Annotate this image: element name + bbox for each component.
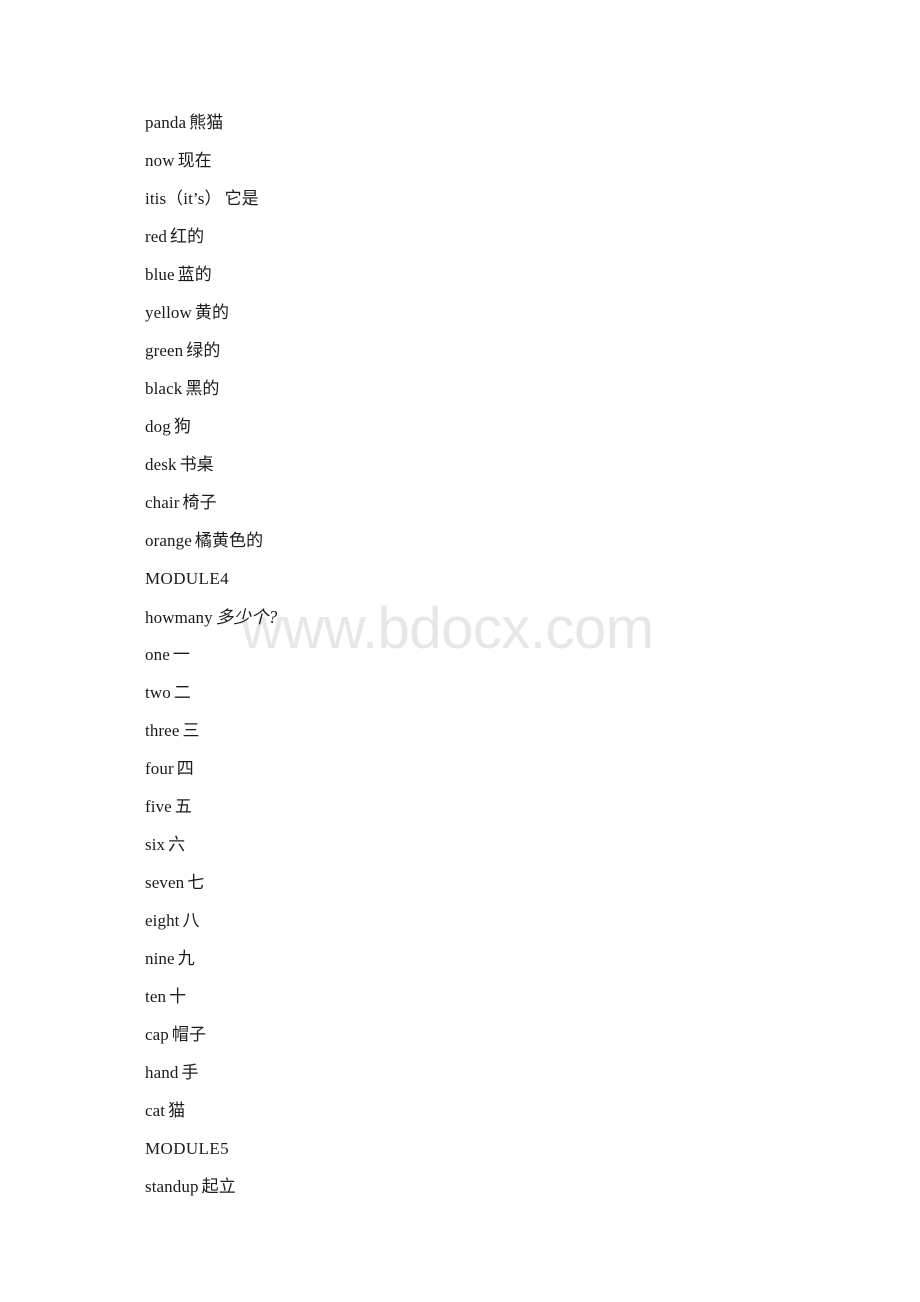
- vocabulary-entry: green 绿的: [145, 332, 845, 370]
- vocabulary-entry: desk 书桌: [145, 446, 845, 484]
- entry-chinese: 多少个?: [215, 607, 278, 627]
- entry-chinese: 八: [182, 911, 200, 930]
- entry-english: four: [145, 759, 174, 778]
- entry-chinese: 它是: [224, 189, 259, 208]
- module-heading: MODULE5: [145, 1130, 845, 1168]
- entry-chinese: 椅子: [182, 493, 217, 512]
- entry-english: seven: [145, 873, 185, 892]
- module-heading: MODULE4: [145, 560, 845, 598]
- entry-english: now: [145, 151, 175, 170]
- vocabulary-entry: cap 帽子: [145, 1016, 845, 1054]
- vocabulary-entry: blue 蓝的: [145, 256, 845, 294]
- vocabulary-entry: seven 七: [145, 864, 845, 902]
- entry-english: hand: [145, 1063, 179, 1082]
- vocabulary-entry: five 五: [145, 788, 845, 826]
- entry-english: standup: [145, 1177, 199, 1196]
- entry-chinese: 手: [181, 1063, 199, 1082]
- entry-english: blue: [145, 265, 175, 284]
- entry-english: dog: [145, 417, 171, 436]
- entry-chinese: 五: [174, 797, 192, 816]
- entry-english: panda: [145, 113, 187, 132]
- entry-english: yellow: [145, 303, 192, 322]
- vocabulary-entry: ten 十: [145, 978, 845, 1016]
- entry-english: chair: [145, 493, 180, 512]
- vocabulary-entry: three 三: [145, 712, 845, 750]
- entry-chinese: 黑的: [185, 379, 220, 398]
- vocabulary-entry: orange 橘黄色的: [145, 522, 845, 560]
- entry-english: green: [145, 341, 184, 360]
- entry-english: two: [145, 683, 171, 702]
- vocabulary-entry: chair 椅子: [145, 484, 845, 522]
- entry-chinese: 猫: [168, 1101, 186, 1120]
- vocabulary-entry: itis（it’s） 它是: [145, 180, 845, 218]
- entry-english: itis（it’s）: [145, 189, 222, 208]
- entry-english: orange: [145, 531, 192, 550]
- document-page: www.bdocx.com panda 熊猫 now 现在 itis（it’s） 它是 re…: [0, 0, 920, 1302]
- entry-chinese: 蓝的: [177, 265, 212, 284]
- vocabulary-entry: four 四: [145, 750, 845, 788]
- entry-english: ten: [145, 987, 167, 1006]
- vocabulary-entry: yellow 黄的: [145, 294, 845, 332]
- vocabulary-entry: cat 猫: [145, 1092, 845, 1130]
- entry-chinese: 七: [187, 873, 205, 892]
- entry-chinese: 一: [172, 645, 190, 664]
- entry-chinese: 二: [173, 683, 191, 702]
- vocabulary-entry: panda 熊猫: [145, 104, 845, 142]
- vocabulary-entry: two 二: [145, 674, 845, 712]
- entry-chinese: 橘黄色的: [194, 531, 264, 550]
- entry-english: howmany: [145, 608, 213, 627]
- entry-chinese: 黄的: [194, 303, 230, 322]
- module-heading-label: MODULE5: [145, 1139, 230, 1158]
- entry-chinese: 三: [182, 721, 200, 740]
- entry-chinese: 绿的: [186, 341, 221, 360]
- entry-chinese: 狗: [173, 417, 191, 436]
- entry-english: six: [145, 835, 166, 854]
- vocabulary-entry: howmany 多少个?: [145, 598, 845, 636]
- vocabulary-entry: eight 八: [145, 902, 845, 940]
- entry-chinese: 十: [169, 987, 187, 1006]
- vocabulary-entry: hand 手: [145, 1054, 845, 1092]
- module-heading-label: MODULE4: [145, 569, 230, 588]
- entry-english: eight: [145, 911, 180, 930]
- entry-chinese: 现在: [177, 151, 212, 170]
- entry-chinese: 红的: [170, 227, 205, 246]
- entry-english: cap: [145, 1025, 169, 1044]
- entry-english: five: [145, 797, 172, 816]
- vocabulary-list: panda 熊猫 now 现在 itis（it’s） 它是 red 红的 blue 蓝的 yello…: [145, 104, 845, 1206]
- vocabulary-entry: one 一: [145, 636, 845, 674]
- entry-chinese: 书桌: [179, 455, 214, 474]
- entry-chinese: 起立: [201, 1177, 236, 1196]
- vocabulary-entry: standup 起立: [145, 1168, 845, 1206]
- entry-chinese: 熊猫: [189, 113, 224, 132]
- entry-english: desk: [145, 455, 177, 474]
- entry-chinese: 九: [177, 949, 195, 968]
- entry-chinese: 帽子: [171, 1025, 207, 1044]
- entry-english: nine: [145, 949, 175, 968]
- vocabulary-entry: red 红的: [145, 218, 845, 256]
- vocabulary-entry: six 六: [145, 826, 845, 864]
- vocabulary-entry: now 现在: [145, 142, 845, 180]
- entry-english: black: [145, 379, 183, 398]
- vocabulary-entry: black 黑的: [145, 370, 845, 408]
- vocabulary-entry: nine 九: [145, 940, 845, 978]
- entry-chinese: 四: [176, 759, 194, 778]
- entry-english: one: [145, 645, 170, 664]
- entry-english: cat: [145, 1101, 166, 1120]
- entry-english: three: [145, 721, 180, 740]
- entry-chinese: 六: [168, 835, 186, 854]
- entry-english: red: [145, 227, 168, 246]
- vocabulary-entry: dog 狗: [145, 408, 845, 446]
